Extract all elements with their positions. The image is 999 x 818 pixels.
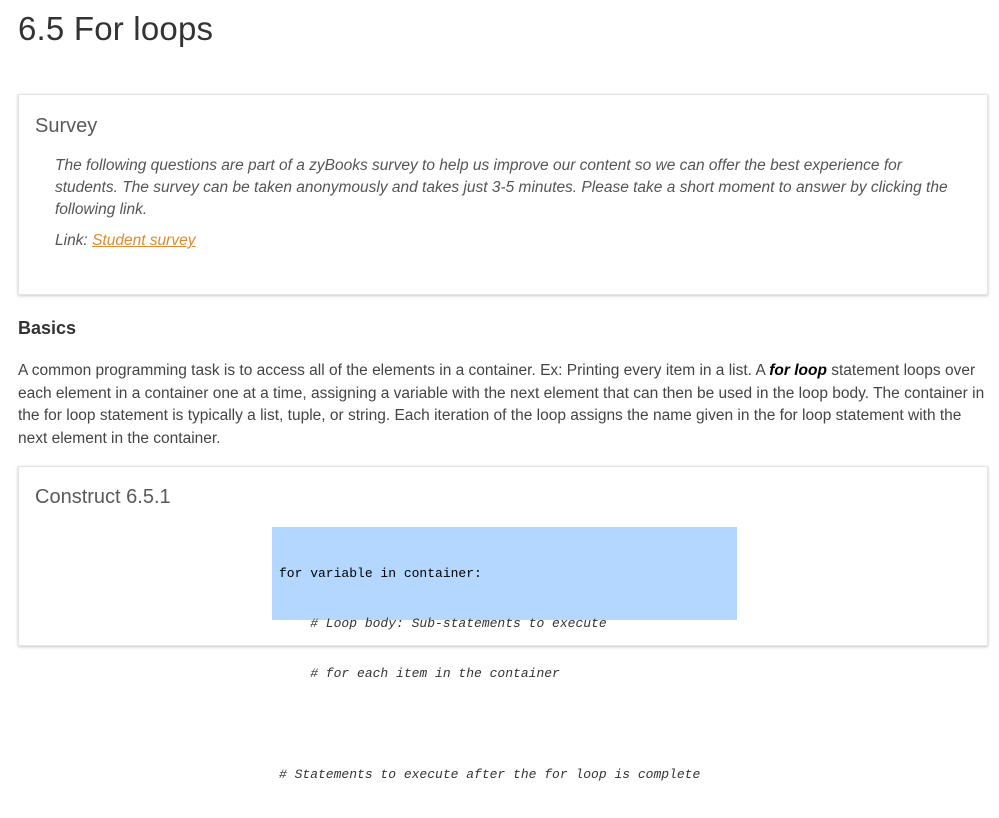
section-heading-basics: Basics bbox=[18, 318, 77, 338]
survey-title: Survey bbox=[35, 115, 98, 137]
construct-card: Construct 6.5.1 for variable in containe… bbox=[18, 466, 988, 782]
for-loop-term: for loop bbox=[769, 362, 827, 379]
survey-link-line: Link: Student survey bbox=[55, 232, 195, 250]
construct-title: Construct 6.5.1 bbox=[35, 486, 171, 508]
code-line-comment: # Statements to execute after the for lo… bbox=[279, 767, 701, 783]
code-line-comment: # for each item in the container bbox=[279, 666, 560, 682]
code-line: for variable in container: bbox=[279, 565, 482, 581]
survey-link-prefix: Link: bbox=[55, 232, 93, 249]
page-title: 6.5 For loops bbox=[18, 10, 214, 47]
code-line-comment: # Loop body: Sub-statements to execute bbox=[279, 615, 607, 631]
survey-description: The following questions are part of a zy… bbox=[55, 157, 948, 218]
basics-paragraph: A common programming task is to access a… bbox=[18, 360, 993, 450]
student-survey-link[interactable]: Student survey bbox=[92, 232, 195, 249]
survey-card: Survey The following questions are part … bbox=[18, 94, 988, 295]
code-block: for variable in container: # Loop body: … bbox=[272, 527, 737, 782]
basics-text-part1: A common programming task is to access a… bbox=[18, 362, 770, 379]
